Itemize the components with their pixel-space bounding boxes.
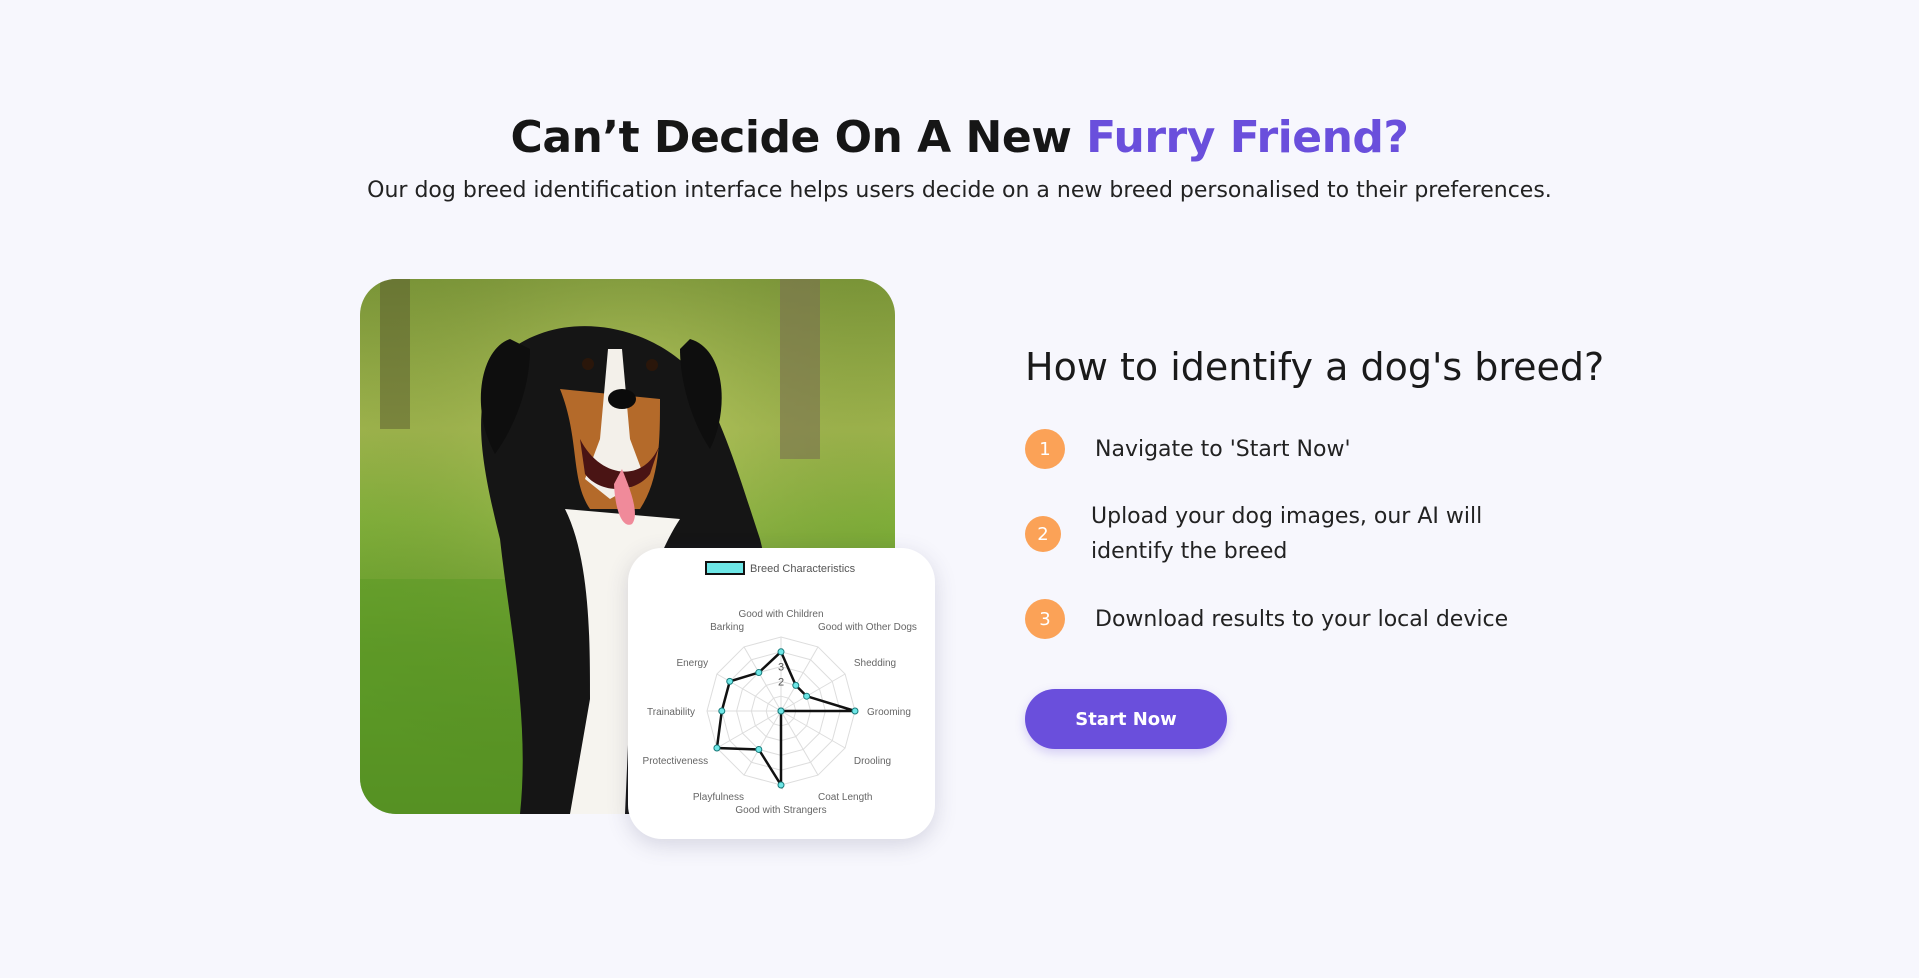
radar-data-point <box>777 707 785 715</box>
step-number-badge: 2 <box>1025 516 1061 552</box>
radar-category-label: Drooling <box>854 756 891 767</box>
radar-category-label: Playfulness <box>693 792 744 803</box>
step-number-badge: 3 <box>1025 599 1065 639</box>
legend-label: Breed Characteristics <box>750 563 856 575</box>
legend-swatch <box>705 561 745 575</box>
radar-data-point <box>803 692 811 700</box>
radar-data-point <box>792 681 800 689</box>
radar-data-point <box>777 781 785 789</box>
radar-category-label: Good with Children <box>738 609 823 620</box>
radar-category-label: Coat Length <box>818 792 873 803</box>
hero-title-main: Can’t Decide On A New <box>510 112 1087 163</box>
radar-tick-label: 2 <box>778 676 784 688</box>
how-title: How to identify a dog's breed? <box>1025 345 1605 389</box>
radar-data-point <box>851 707 859 715</box>
radar-chart-svg: Breed Characteristics234Good with Childr… <box>643 561 917 816</box>
step-text: Download results to your local device <box>1095 606 1509 632</box>
step-text: Navigate to 'Start Now' <box>1095 436 1351 462</box>
radar-category-label: Barking <box>710 622 744 633</box>
radar-category-label: Grooming <box>867 707 911 718</box>
start-now-button[interactable]: Start Now <box>1025 689 1227 749</box>
radar-data-point <box>777 648 785 656</box>
step-3: 3 Download results to your local device <box>1025 599 1508 639</box>
radar-data-point <box>755 745 763 753</box>
hero-subtitle: Our dog breed identification interface h… <box>367 178 1552 203</box>
radar-category-label: Shedding <box>854 658 896 669</box>
radar-data-point <box>718 707 726 715</box>
radar-category-label: Protectiveness <box>643 756 709 767</box>
radar-category-label: Energy <box>676 658 708 669</box>
step-number-badge: 1 <box>1025 429 1065 469</box>
radar-category-label: Good with Strangers <box>735 805 826 816</box>
hero-title: Can’t Decide On A New Furry Friend? <box>0 112 1919 163</box>
radar-data-point <box>726 677 734 685</box>
radar-data-point <box>713 744 721 752</box>
step-text: Upload your dog images, our AI will iden… <box>1091 504 1483 564</box>
radar-category-label: Trainability <box>647 707 695 718</box>
radar-tick-label: 3 <box>778 662 784 674</box>
breed-characteristics-chart: Breed Characteristics234Good with Childr… <box>628 548 935 839</box>
hero-title-accent: Furry Friend? <box>1086 112 1409 163</box>
radar-series-line <box>715 649 856 790</box>
radar-data-point <box>755 669 763 677</box>
step-1: 1 Navigate to 'Start Now' <box>1025 429 1351 469</box>
radar-category-label: Good with Other Dogs <box>818 622 917 633</box>
step-2: 2 Upload your dog images, our AI will id… <box>1025 499 1541 569</box>
